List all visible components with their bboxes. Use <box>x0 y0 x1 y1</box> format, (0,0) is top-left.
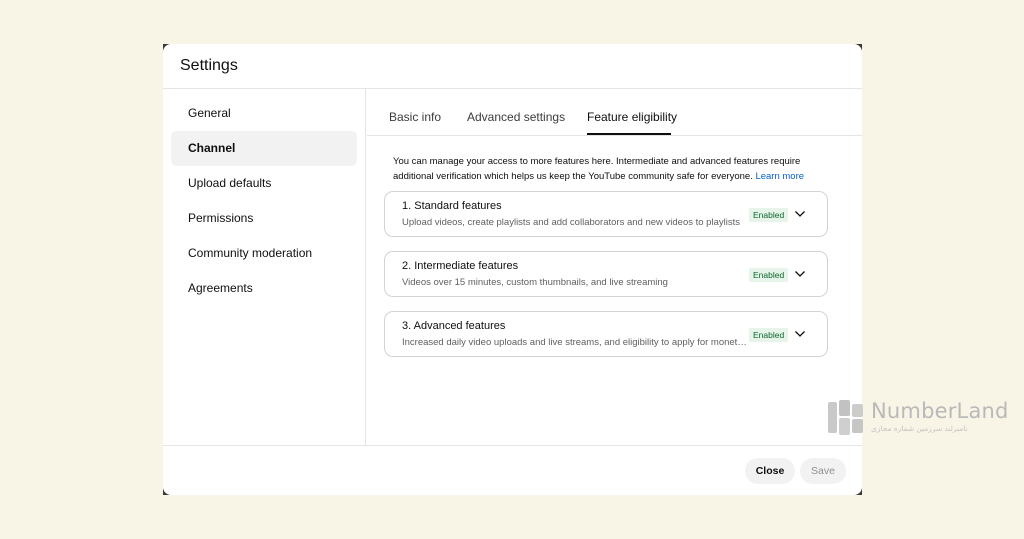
tab-basic-info[interactable]: Basic info <box>389 110 441 124</box>
numberland-logo-icon <box>828 400 863 435</box>
dialog-header: Settings <box>163 44 862 89</box>
feature-card-intermediate[interactable]: 2. Intermediate features Videos over 15 … <box>384 251 828 297</box>
sidebar-item-permissions[interactable]: Permissions <box>171 201 357 236</box>
feature-title: 1. Standard features <box>402 200 502 212</box>
settings-dialog: Settings General Channel Upload defaults… <box>163 44 862 495</box>
chevron-down-icon[interactable] <box>793 327 807 341</box>
feature-title: 3. Advanced features <box>402 320 506 332</box>
sidebar-item-community-moderation[interactable]: Community moderation <box>171 236 357 271</box>
tab-bar: Basic info Advanced settings Feature eli… <box>367 89 862 136</box>
watermark-logo: NumberLand نامبرلند سرزمین شماره مجازی <box>827 399 1008 439</box>
feature-card-standard[interactable]: 1. Standard features Upload videos, crea… <box>384 191 828 237</box>
sidebar-item-general[interactable]: General <box>171 96 357 131</box>
watermark-brand: NumberLand <box>871 399 1009 423</box>
sidebar-item-agreements[interactable]: Agreements <box>171 271 357 306</box>
tab-feature-eligibility[interactable]: Feature eligibility <box>587 110 677 124</box>
feature-description: You can manage your access to more featu… <box>393 155 813 184</box>
learn-more-link[interactable]: Learn more <box>755 171 804 182</box>
status-badge: Enabled <box>749 268 789 282</box>
feature-subtitle: Upload videos, create playlists and add … <box>402 217 740 228</box>
status-badge: Enabled <box>749 208 789 222</box>
description-text: You can manage your access to more featu… <box>393 156 801 182</box>
settings-sidebar: General Channel Upload defaults Permissi… <box>163 89 366 445</box>
save-button[interactable]: Save <box>800 458 846 484</box>
feature-title: 2. Intermediate features <box>402 260 519 272</box>
feature-subtitle: Videos over 15 minutes, custom thumbnail… <box>402 277 668 288</box>
sidebar-item-channel[interactable]: Channel <box>171 131 357 166</box>
dialog-footer: Close Save <box>163 445 862 495</box>
chevron-down-icon[interactable] <box>793 207 807 221</box>
sidebar-item-upload-defaults[interactable]: Upload defaults <box>171 166 357 201</box>
dialog-title: Settings <box>180 57 238 74</box>
feature-card-advanced[interactable]: 3. Advanced features Increased daily vid… <box>384 311 828 357</box>
close-button[interactable]: Close <box>745 458 795 484</box>
feature-subtitle: Increased daily video uploads and live s… <box>402 337 747 348</box>
active-tab-indicator <box>587 133 671 135</box>
watermark-tagline: نامبرلند سرزمین شماره مجازی <box>871 424 968 433</box>
status-badge: Enabled <box>749 328 789 342</box>
tab-advanced-settings[interactable]: Advanced settings <box>467 110 565 124</box>
chevron-down-icon[interactable] <box>793 267 807 281</box>
